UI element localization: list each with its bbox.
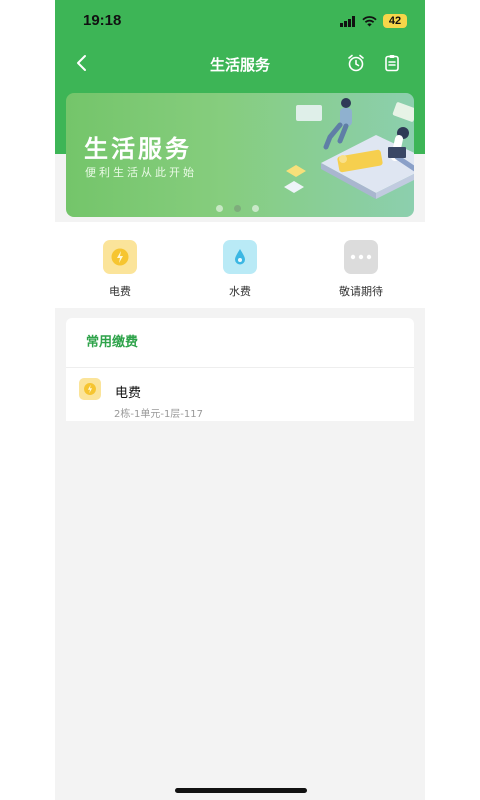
pagination-dot[interactable] <box>216 205 223 212</box>
banner-subtitle: 便利生活从此开始 <box>85 166 197 179</box>
battery-indicator: 42 <box>383 14 407 28</box>
service-label: 水费 <box>229 285 251 298</box>
common-payments-card: 常用缴费 电费 2栋-1单元-1层-117 <box>66 318 414 421</box>
wifi-icon <box>362 15 377 26</box>
status-time: 19:18 <box>83 12 122 29</box>
status-bar: 19:18 42 <box>55 0 425 44</box>
payment-address: 2栋-1单元-1层-117 <box>114 409 203 420</box>
service-electricity[interactable]: 电费 <box>80 240 160 299</box>
lightning-icon <box>103 240 137 274</box>
signal-icon <box>340 15 355 27</box>
payment-item-electricity[interactable]: 电费 2栋-1单元-1层-117 <box>66 368 414 421</box>
banner-pagination <box>216 205 259 212</box>
service-grid: 电费 水费 敬请期待 <box>55 222 425 308</box>
pagination-dot[interactable] <box>234 205 241 212</box>
nav-bar: 生活服务 <box>55 44 425 82</box>
lightning-icon <box>79 378 101 400</box>
clipboard-icon[interactable] <box>381 52 403 74</box>
status-icons: 42 <box>340 14 407 28</box>
pagination-dot[interactable] <box>252 205 259 212</box>
service-label: 敬请期待 <box>339 285 383 298</box>
promo-banner[interactable]: 生活服务 便利生活从此开始 <box>66 93 414 217</box>
more-icon <box>344 240 378 274</box>
service-coming-soon[interactable]: 敬请期待 <box>321 240 401 299</box>
section-title: 常用缴费 <box>86 335 139 350</box>
payment-name: 电费 <box>115 386 142 401</box>
alarm-clock-icon[interactable] <box>345 52 367 74</box>
page-title: 生活服务 <box>209 56 270 74</box>
home-indicator <box>175 788 307 793</box>
banner-illustration <box>284 98 414 199</box>
app-screen: 19:18 42 生活服务 生活服务 便利生活从此开始 电费 水费 敬请期待 常… <box>55 0 425 800</box>
water-drop-icon <box>223 240 257 274</box>
service-label: 电费 <box>109 285 131 298</box>
banner-title: 生活服务 <box>84 135 192 163</box>
service-water[interactable]: 水费 <box>200 240 280 299</box>
